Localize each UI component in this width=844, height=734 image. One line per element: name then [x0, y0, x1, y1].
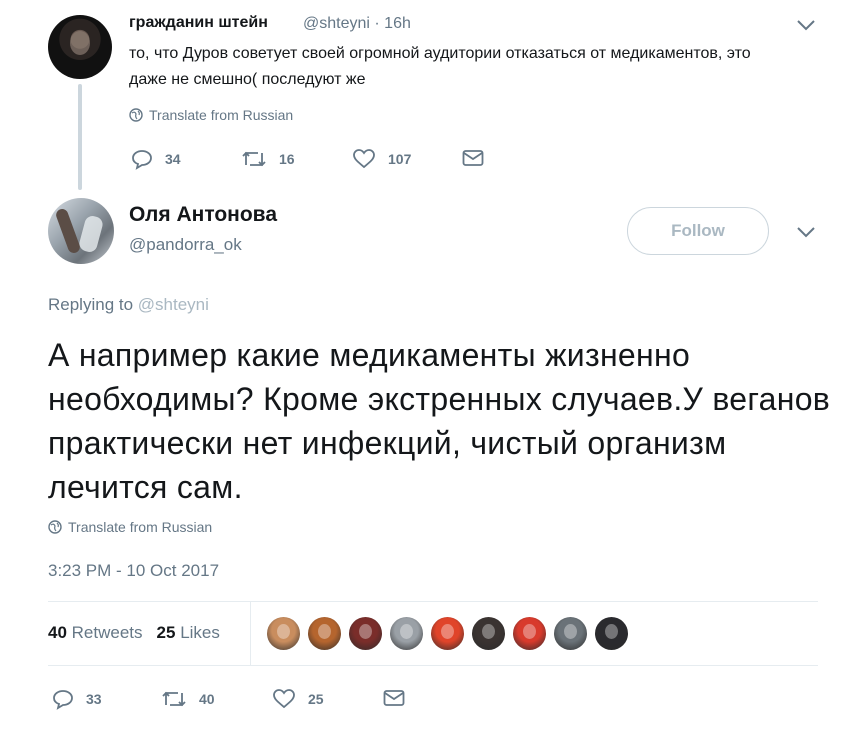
liker-avatar[interactable] [472, 617, 505, 650]
liker-avatar[interactable] [513, 617, 546, 650]
main-reply-count: 33 [86, 691, 102, 707]
retweets-stat[interactable]: 40 Retweets [48, 623, 143, 643]
heart-icon [352, 148, 376, 170]
globe-icon [129, 108, 143, 122]
retweets-stat-label: Retweets [71, 623, 143, 642]
parent-reply-button[interactable]: 34 [131, 148, 181, 170]
main-like-button[interactable]: 25 [272, 688, 324, 710]
parent-avatar[interactable] [48, 15, 112, 79]
parent-author-meta[interactable]: @shteyni · 16h [303, 15, 411, 33]
main-retweet-count: 40 [199, 691, 215, 707]
main-translate-label: Translate from Russian [68, 519, 213, 535]
parent-translate-label: Translate from Russian [149, 107, 294, 123]
parent-retweet-button[interactable]: 16 [241, 148, 295, 170]
heart-icon [272, 688, 296, 710]
main-translate-link[interactable]: Translate from Russian [48, 519, 212, 535]
stats-separator [250, 602, 251, 666]
parent-translate-link[interactable]: Translate from Russian [129, 107, 293, 123]
main-tweet-text: А например какие медикаменты жизненно не… [48, 337, 831, 505]
main-retweet-button[interactable]: 40 [161, 688, 215, 710]
stats-top-divider [48, 601, 818, 602]
main-author-handle[interactable]: @pandorra_ok [129, 235, 242, 255]
liker-avatar[interactable] [308, 617, 341, 650]
likes-stat-label: Likes [180, 623, 220, 642]
main-dm-button[interactable] [383, 689, 405, 707]
meta-separator: · [374, 15, 385, 32]
liker-avatar[interactable] [349, 617, 382, 650]
liker-avatar[interactable] [431, 617, 464, 650]
liker-avatar[interactable] [390, 617, 423, 650]
reply-icon [131, 148, 153, 170]
parent-retweet-count: 16 [279, 151, 295, 167]
parent-more-chevron-icon[interactable] [796, 18, 816, 37]
envelope-icon [462, 149, 484, 167]
reply-icon [52, 688, 74, 710]
retweet-icon [161, 688, 187, 710]
main-reply-button[interactable]: 33 [52, 688, 102, 710]
liker-avatar[interactable] [595, 617, 628, 650]
tweet-stats: 40 Retweets 25 Likes [48, 623, 220, 643]
retweets-stat-count: 40 [48, 623, 67, 642]
follow-button[interactable]: Follow [627, 207, 769, 255]
replying-mention[interactable]: @shteyni [138, 295, 209, 314]
thread-connector [78, 84, 82, 190]
replying-to: Replying to @shteyni [48, 295, 209, 315]
tweet-timestamp[interactable]: 3:23 PM - 10 Oct 2017 [48, 561, 219, 581]
parent-tweet-text: то, что Дуров советует своей огромной ау… [129, 45, 751, 88]
retweet-icon [241, 148, 267, 170]
stats-bottom-divider [48, 665, 818, 666]
parent-dm-button[interactable] [462, 149, 484, 167]
likes-stat[interactable]: 25 Likes [157, 623, 220, 643]
main-author-name[interactable]: Оля Антонова [129, 203, 277, 227]
parent-like-button[interactable]: 107 [352, 148, 411, 170]
main-avatar[interactable] [48, 198, 114, 264]
liker-avatars [267, 617, 628, 650]
parent-like-count: 107 [388, 151, 412, 167]
parent-author-name[interactable]: гражданин штейн [129, 14, 268, 32]
parent-reply-count: 34 [165, 151, 181, 167]
liker-avatar[interactable] [554, 617, 587, 650]
liker-avatar[interactable] [267, 617, 300, 650]
parent-handle[interactable]: @shteyni [303, 15, 370, 32]
parent-time[interactable]: 16h [384, 15, 411, 32]
likes-stat-count: 25 [156, 623, 176, 642]
globe-icon [48, 520, 62, 534]
main-more-chevron-icon[interactable] [796, 225, 816, 244]
envelope-icon [383, 689, 405, 707]
main-like-count: 25 [308, 691, 324, 707]
replying-prefix: Replying to [48, 295, 134, 314]
